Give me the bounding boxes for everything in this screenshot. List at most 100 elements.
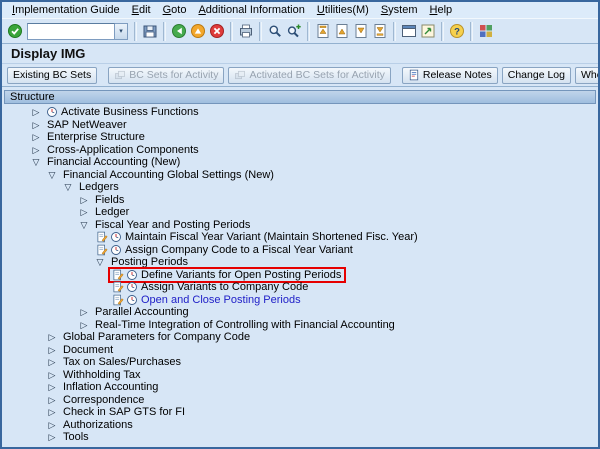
- tree-item-fiscal-year-and-posting-periods[interactable]: ▽ Fiscal Year and Posting Periods: [4, 219, 596, 232]
- tree-item-authorizations[interactable]: ▷ Authorizations: [4, 419, 596, 432]
- expand-arrow-icon[interactable]: ▷: [46, 394, 58, 406]
- tree-item-label[interactable]: Define Variants for Open Posting Periods: [140, 269, 342, 281]
- tree-item-activate-business-functions[interactable]: ▷ Activate Business Functions: [4, 106, 596, 119]
- expand-arrow-icon[interactable]: ▷: [30, 144, 42, 156]
- menu-system[interactable]: System: [375, 3, 424, 18]
- tree-item-ledgers[interactable]: ▽ Ledgers: [4, 181, 596, 194]
- tree-item-label[interactable]: Ledgers: [78, 181, 120, 193]
- command-input[interactable]: [27, 23, 115, 40]
- expand-arrow-icon[interactable]: ▷: [46, 419, 58, 431]
- tree-item-label[interactable]: Assign Company Code to a Fiscal Year Var…: [124, 244, 354, 256]
- tree-item-label[interactable]: Correspondence: [62, 394, 145, 406]
- expand-arrow-icon[interactable]: ▷: [46, 431, 58, 443]
- collapse-arrow-icon[interactable]: ▽: [62, 181, 74, 193]
- tree-item-label[interactable]: Inflation Accounting: [62, 381, 159, 393]
- collapse-arrow-icon[interactable]: ▽: [94, 256, 106, 268]
- activity-doc-icon[interactable]: [112, 281, 124, 293]
- tree-item-ledger[interactable]: ▷ Ledger: [4, 206, 596, 219]
- tree-item-label[interactable]: Document: [62, 344, 114, 356]
- create-shortcut-icon[interactable]: [419, 22, 437, 40]
- back-icon[interactable]: [170, 22, 188, 40]
- execute-clock-icon[interactable]: [110, 244, 122, 256]
- where-else-used-button[interactable]: Where Else Used: [575, 67, 600, 84]
- first-page-icon[interactable]: [314, 22, 332, 40]
- tree-item-financial-accounting-global-settings-new[interactable]: ▽ Financial Accounting Global Settings (N…: [4, 169, 596, 182]
- tree-item-inflation-accounting[interactable]: ▷ Inflation Accounting: [4, 381, 596, 394]
- expand-arrow-icon[interactable]: ▷: [78, 319, 90, 331]
- tree-item-label[interactable]: Global Parameters for Company Code: [62, 331, 251, 343]
- tree-item-label[interactable]: Ledger: [94, 206, 130, 218]
- execute-clock-icon[interactable]: [110, 231, 122, 243]
- tree-item-cross-application-components[interactable]: ▷ Cross-Application Components: [4, 144, 596, 157]
- previous-page-icon[interactable]: [333, 22, 351, 40]
- expand-arrow-icon[interactable]: ▷: [30, 106, 42, 118]
- activity-doc-icon[interactable]: [96, 244, 108, 256]
- new-session-icon[interactable]: [400, 22, 418, 40]
- tree-item-assign-variants-to-company-code[interactable]: Assign Variants to Company Code: [4, 281, 596, 294]
- expand-arrow-icon[interactable]: ▷: [78, 194, 90, 206]
- tree-item-label[interactable]: Posting Periods: [110, 256, 189, 268]
- expand-arrow-icon[interactable]: ▷: [46, 331, 58, 343]
- collapse-arrow-icon[interactable]: ▽: [78, 219, 90, 231]
- find-icon[interactable]: [266, 22, 284, 40]
- expand-arrow-icon[interactable]: ▷: [30, 119, 42, 131]
- tree-item-label[interactable]: Maintain Fiscal Year Variant (Maintain S…: [124, 231, 419, 243]
- exit-icon[interactable]: [189, 22, 207, 40]
- cancel-icon[interactable]: [208, 22, 226, 40]
- collapse-arrow-icon[interactable]: ▽: [46, 169, 58, 181]
- change-log-button[interactable]: Change Log: [502, 67, 571, 84]
- tree-item-tools[interactable]: ▷Tools: [4, 431, 596, 444]
- tree-item-enterprise-structure[interactable]: ▷ Enterprise Structure: [4, 131, 596, 144]
- activity-doc-icon[interactable]: [96, 231, 108, 243]
- print-icon[interactable]: [237, 22, 255, 40]
- tree-item-label[interactable]: Financial Accounting Global Settings (Ne…: [62, 169, 275, 181]
- tree-item-label[interactable]: Fields: [94, 194, 125, 206]
- existing-bc-sets-button[interactable]: Existing BC Sets: [7, 67, 97, 84]
- tree-item-label[interactable]: Activate Business Functions: [60, 106, 200, 118]
- bc-sets-for-activity-button[interactable]: BC Sets for Activity: [108, 67, 224, 84]
- find-next-icon[interactable]: [285, 22, 303, 40]
- execute-clock-icon[interactable]: [126, 294, 138, 306]
- tree-item-label[interactable]: Tax on Sales/Purchases: [62, 356, 182, 368]
- save-icon[interactable]: [141, 22, 159, 40]
- enter-icon[interactable]: [6, 22, 24, 40]
- tree-item-withholding-tax[interactable]: ▷Withholding Tax: [4, 369, 596, 382]
- menu-goto[interactable]: Goto: [157, 3, 193, 18]
- tree-item-label[interactable]: Open and Close Posting Periods: [140, 294, 302, 306]
- execute-clock-icon[interactable]: [126, 269, 138, 281]
- tree-item-label[interactable]: Fiscal Year and Posting Periods: [94, 219, 251, 231]
- customize-layout-icon[interactable]: [477, 22, 495, 40]
- last-page-icon[interactable]: [371, 22, 389, 40]
- tree-item-define-variants-for-open-posting-periods[interactable]: Define Variants for Open Posting Periods: [4, 269, 596, 282]
- tree-item-label[interactable]: Cross-Application Components: [46, 144, 200, 156]
- expand-arrow-icon[interactable]: ▷: [46, 406, 58, 418]
- activity-doc-icon[interactable]: [112, 269, 124, 281]
- tree-item-label[interactable]: Assign Variants to Company Code: [140, 281, 309, 293]
- release-notes-button[interactable]: Release Notes: [402, 67, 498, 84]
- tree-item-parallel-accounting[interactable]: ▷Parallel Accounting: [4, 306, 596, 319]
- activated-bc-sets-for-activity-button[interactable]: Activated BC Sets for Activity: [228, 67, 390, 84]
- tree-item-tax-on-sales-purchases[interactable]: ▷Tax on Sales/Purchases: [4, 356, 596, 369]
- tree-item-label[interactable]: Enterprise Structure: [46, 131, 146, 143]
- menu-implementation-guide[interactable]: Implementation Guide: [6, 3, 126, 18]
- execute-clock-icon[interactable]: [126, 281, 138, 293]
- tree-item-maintain-fiscal-year-variant-maintain-shortened-fisc-year[interactable]: Maintain Fiscal Year Variant (Maintain S…: [4, 231, 596, 244]
- tree-item-label[interactable]: Parallel Accounting: [94, 306, 190, 318]
- help-icon[interactable]: ?: [448, 22, 466, 40]
- tree-item-label[interactable]: Real-Time Integration of Controlling wit…: [94, 319, 396, 331]
- menu-edit[interactable]: Edit: [126, 3, 157, 18]
- expand-arrow-icon[interactable]: ▷: [46, 369, 58, 381]
- collapse-arrow-icon[interactable]: ▽: [30, 156, 42, 168]
- expand-arrow-icon[interactable]: ▷: [46, 381, 58, 393]
- tree-item-assign-company-code-to-a-fiscal-year-variant[interactable]: Assign Company Code to a Fiscal Year Var…: [4, 244, 596, 257]
- tree-item-check-in-sap-gts-for-fi[interactable]: ▷Check in SAP GTS for FI: [4, 406, 596, 419]
- tree-item-sap-netweaver[interactable]: ▷ SAP NetWeaver: [4, 119, 596, 132]
- expand-arrow-icon[interactable]: ▷: [78, 206, 90, 218]
- command-dropdown-icon[interactable]: ▾: [115, 23, 128, 40]
- tree-item-fields[interactable]: ▷ Fields: [4, 194, 596, 207]
- expand-arrow-icon[interactable]: ▷: [30, 131, 42, 143]
- activity-doc-icon[interactable]: [112, 294, 124, 306]
- tree-item-label[interactable]: Authorizations: [62, 419, 134, 431]
- tree-item-label[interactable]: SAP NetWeaver: [46, 119, 128, 131]
- expand-arrow-icon[interactable]: ▷: [46, 344, 58, 356]
